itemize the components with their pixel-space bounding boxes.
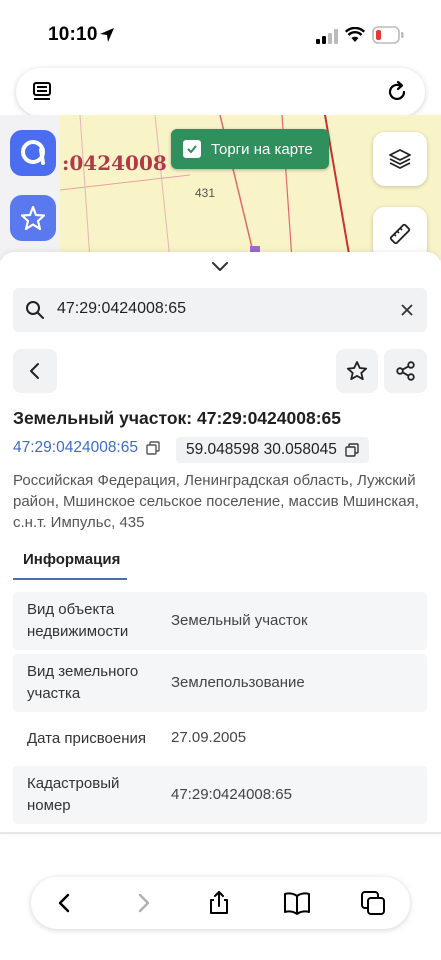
info-label: Вид земельного участка (27, 663, 139, 702)
torgi-label: Торги на карте (211, 140, 313, 158)
ruler-icon (389, 223, 411, 245)
info-label: Вид объекта недвижимости (27, 601, 129, 640)
search-value[interactable]: 47:29:0424008:65 (57, 300, 186, 318)
address-bar[interactable] (16, 68, 425, 116)
chevron-right-icon (138, 893, 150, 913)
kad-number-text[interactable]: 47:29:0424008:65 (13, 439, 138, 457)
object-address: Российская Федерация, Ленинградская обла… (13, 472, 419, 531)
divider (0, 832, 441, 834)
chevron-left-icon (58, 893, 70, 913)
info-value[interactable]: 47:29:0424008:65 (171, 786, 292, 803)
browser-toolbar (31, 877, 410, 929)
share-button[interactable] (384, 349, 427, 393)
copy-icon[interactable] (345, 443, 359, 457)
info-value: 27.09.2005 (171, 729, 247, 746)
info-sheet: 47:29:0424008:65 Земельный участок: 47:2… (0, 252, 441, 834)
tabs-icon (361, 891, 385, 915)
browser-back-button[interactable] (51, 889, 79, 917)
info-row: Дата присвоения 27.09.2005 (13, 716, 427, 762)
star-icon (20, 205, 46, 231)
object-title: Земельный участок: 47:29:0424008:65 (13, 408, 341, 428)
search-icon (26, 301, 44, 319)
star-icon (346, 361, 368, 381)
favorites-button[interactable] (10, 195, 56, 241)
browser-forward-button[interactable] (129, 889, 157, 917)
status-time: 10:10 (48, 24, 98, 45)
coordinates-chip[interactable]: 59.048598 30.058045 (176, 437, 369, 463)
back-button[interactable] (13, 349, 57, 393)
search-input[interactable]: 47:29:0424008:65 (13, 288, 427, 332)
coordinates-text: 59.048598 30.058045 (186, 441, 337, 458)
map-cadastral-label: :0424008 (62, 151, 167, 175)
map-view[interactable]: :0424008 431 Торги на карте (0, 115, 441, 260)
reload-icon[interactable] (385, 80, 409, 104)
layers-button[interactable] (373, 132, 427, 186)
info-value: Землепользование (171, 674, 305, 691)
kad-number-link[interactable]: 47:29:0424008:65 (13, 439, 160, 457)
info-label: Кадастровый номер (27, 775, 120, 814)
copy-icon[interactable] (146, 441, 160, 455)
close-icon[interactable] (399, 302, 415, 318)
info-row: Вид объекта недвижимости Земельный участ… (13, 592, 427, 650)
info-row: Кадастровый номер 47:29:0424008:65 (13, 766, 427, 824)
browser-share-button[interactable] (205, 889, 233, 917)
tab-information[interactable]: Информация (13, 540, 127, 580)
share-icon (210, 891, 228, 914)
info-row: Вид земельного участка Землепользование (13, 654, 427, 712)
share-icon (395, 361, 415, 381)
tabs-button[interactable] (359, 889, 387, 917)
cellular-signal-icon (316, 29, 338, 44)
layers-icon (389, 149, 411, 169)
map-parcel-number: 431 (195, 186, 216, 200)
chevron-left-icon (30, 363, 39, 379)
wifi-icon (345, 27, 365, 42)
reader-mode-icon[interactable] (31, 81, 53, 103)
chevron-down-icon[interactable] (208, 258, 232, 274)
map-app-icon[interactable] (10, 130, 56, 176)
favorite-button[interactable] (336, 349, 378, 393)
book-icon (284, 892, 310, 915)
battery-icon (372, 26, 404, 44)
info-table: Вид объекта недвижимости Земельный участ… (13, 592, 427, 828)
info-value: Земельный участок (171, 612, 308, 629)
torgi-toggle-button[interactable]: Торги на карте (171, 129, 329, 169)
status-bar: 10:10 (0, 0, 441, 68)
location-arrow-icon (100, 28, 114, 42)
info-label: Дата присвоения (27, 730, 146, 747)
bookmarks-button[interactable] (283, 889, 311, 917)
checkbox-checked-icon[interactable] (183, 140, 201, 158)
app-logo-icon (21, 140, 45, 165)
